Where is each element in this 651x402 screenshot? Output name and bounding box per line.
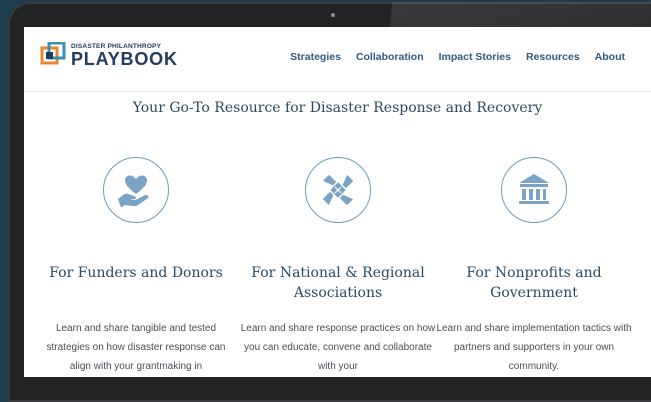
card-description: Learn and share response practices on ho… [240,323,436,372]
card-icon-circle [305,157,371,223]
card-title: For Funders and Donors [49,265,223,281]
government-building-icon [519,174,549,204]
card-description: Learn and share tangible and tested stra… [46,323,226,372]
logo-title: PLAYBOOK [71,49,178,69]
browser-viewport: DISASTER PHILANTHROPY PLAYBOOK Strategie… [24,27,651,377]
card-description: Learn and share implementation tactics w… [436,323,632,372]
logo-mark-icon [40,42,66,65]
nav-resources[interactable]: Resources [526,51,580,63]
site-header: DISASTER PHILANTHROPY PLAYBOOK Strategie… [24,27,651,92]
webcam [331,13,335,17]
nav-collaboration[interactable]: Collaboration [356,51,424,63]
site-logo[interactable]: DISASTER PHILANTHROPY PLAYBOOK [40,42,190,74]
page-tagline: Your Go-To Resource for Disaster Respons… [132,100,543,116]
heart-hand-icon [118,175,149,208]
nav-impact-stories[interactable]: Impact Stories [439,51,511,63]
card-icon-circle [501,157,567,223]
joined-hands-icon [321,173,355,207]
main-nav: Strategies Collaboration Impact Stories … [290,51,625,63]
card-title: For Nonprofits and Government [466,265,602,301]
nav-strategies[interactable]: Strategies [290,51,341,63]
card-title: For National & Regional Associations [251,265,425,301]
card-icon-circle [103,157,169,223]
nav-about[interactable]: About [595,51,625,63]
